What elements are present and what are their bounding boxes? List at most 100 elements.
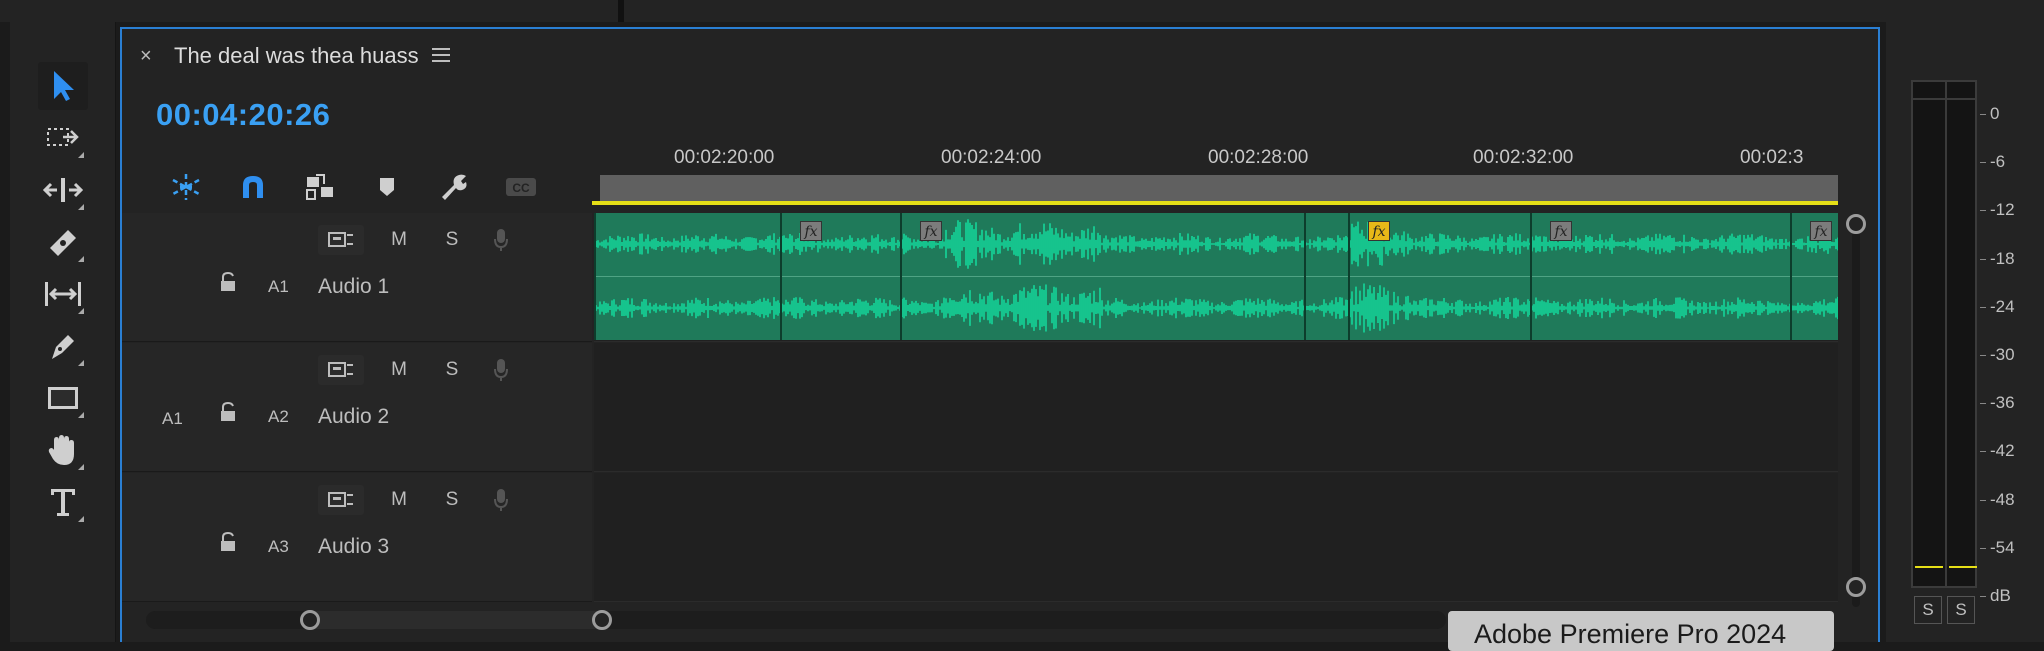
sync-lock-button[interactable] [318,485,364,515]
snap-button[interactable] [219,167,286,207]
mute-track-button[interactable]: M [384,485,414,515]
linked-selection-button[interactable] [286,167,353,207]
db-tick [1980,499,1986,501]
track-lane-a3[interactable] [594,473,1838,602]
voice-over-record-button[interactable] [486,355,516,385]
playhead-timecode[interactable]: 00:04:20:26 [156,97,330,133]
fx-badge-active[interactable]: fx [1368,221,1390,241]
solo-track-button[interactable]: S [437,225,467,255]
rectangle-tool[interactable] [38,374,88,422]
unlock-icon [221,531,235,551]
pen-icon [52,335,74,359]
ripple-edit-tool[interactable] [38,166,88,214]
sequence-tab-title[interactable]: The deal was thea huass [174,43,419,69]
solo-track-button[interactable]: S [437,355,467,385]
waveform-path [1532,297,1790,319]
app-tooltip: Adobe Premiere Pro 2024 [1448,611,1834,651]
peak-indicator-left [1915,566,1943,568]
track-id[interactable]: A1 [268,277,289,297]
timeline-settings-wrench-icon [441,174,466,200]
db-tick [1980,162,1986,164]
add-marker-icon [379,178,394,196]
db-label: -6 [1990,152,2006,172]
hand-tool[interactable] [38,426,88,474]
track-select-forward-icon [47,128,79,146]
voice-over-record-button[interactable] [486,225,516,255]
db-tick [1980,451,1986,453]
selection-tool[interactable] [38,62,88,110]
db-label: -12 [1990,200,2015,220]
work-area-bar[interactable] [600,175,1838,201]
track-header-a2: M S A1 A2 Audio 2 [122,343,592,472]
linked-selection-icon [305,174,333,200]
vertical-scrollbar[interactable] [1842,213,1868,607]
waveform-path [782,297,900,319]
fx-badge[interactable]: fx [1550,221,1572,241]
db-label: -42 [1990,441,2015,461]
solo-right-channel-button[interactable]: S [1947,596,1975,624]
close-tab-icon[interactable]: × [140,45,152,68]
timeline-controls: CC [152,167,554,207]
microphone-icon [494,489,508,511]
tools-panel [10,22,116,642]
captions-button[interactable]: CC [487,167,554,207]
track-id[interactable]: A2 [268,407,289,427]
slip-tool[interactable] [38,270,88,318]
track-lane-a2[interactable] [594,343,1838,472]
db-tick [1980,547,1986,549]
audio-clip[interactable] [1304,213,1348,340]
db-label: -30 [1990,345,2015,364]
db-label: -54 [1990,537,2015,557]
microphone-icon [494,229,508,251]
db-label: 0 [1990,104,2000,123]
track-name[interactable]: Audio 1 [318,275,389,299]
audio-clip[interactable]: fx [780,213,900,340]
db-label: -18 [1990,248,2015,268]
razor-tool[interactable] [38,218,88,266]
mute-track-button[interactable]: M [384,225,414,255]
track-id[interactable]: A3 [268,537,289,557]
track-select-forward-tool[interactable] [38,114,88,162]
zoom-handle-left[interactable] [300,610,320,630]
type-tool[interactable] [38,478,88,526]
hand-icon [48,435,74,465]
track-lock-button[interactable] [218,271,238,298]
db-tick [1980,306,1986,308]
solo-track-button[interactable]: S [437,485,467,515]
audio-meters-panel: 0 -6 -12 -18 -24 -30 -36 -42 -48 -54 dB S S [1886,22,2044,642]
sync-lock-button[interactable] [318,225,364,255]
sync-lock-button[interactable] [318,355,364,385]
zoom-handle-right[interactable] [592,610,612,630]
timeline-settings-button[interactable] [420,167,487,207]
audio-clip[interactable]: fx [1348,213,1530,340]
fx-badge[interactable]: fx [800,221,822,241]
zoom-scroll-thumb[interactable] [310,611,602,629]
vertical-zoom-handle-top[interactable] [1846,214,1866,234]
audio-clip[interactable]: fx [1530,213,1790,340]
slip-icon [45,282,81,306]
fx-badge[interactable]: fx [920,221,942,241]
top-bar-divider [618,0,624,22]
track-name[interactable]: Audio 3 [318,535,389,559]
ripple-edit-icon [43,178,83,202]
panel-menu-icon[interactable] [432,47,450,63]
audio-clip[interactable]: fx [1790,213,1838,340]
track-name[interactable]: Audio 2 [318,405,389,429]
solo-left-channel-button[interactable]: S [1914,596,1942,624]
nest-sequence-button[interactable] [152,167,219,207]
vertical-zoom-handle-bottom[interactable] [1846,577,1866,597]
pen-tool[interactable] [38,322,88,370]
audio-clip[interactable] [594,213,780,340]
audio-clips: fx fx fx fx fx [594,213,1838,340]
audio-clip[interactable]: fx [900,213,1304,340]
horizontal-zoom-scrollbar[interactable] [146,608,1446,630]
track-lock-button[interactable] [218,531,238,558]
unlock-icon [221,401,235,421]
source-patch[interactable]: A1 [162,409,183,429]
fx-badge[interactable]: fx [1810,221,1832,241]
voice-over-record-button[interactable] [486,485,516,515]
track-lock-button[interactable] [218,401,238,428]
ruler-label: 00:02:3 [1740,147,1804,168]
mute-track-button[interactable]: M [384,355,414,385]
add-marker-button[interactable] [353,167,420,207]
